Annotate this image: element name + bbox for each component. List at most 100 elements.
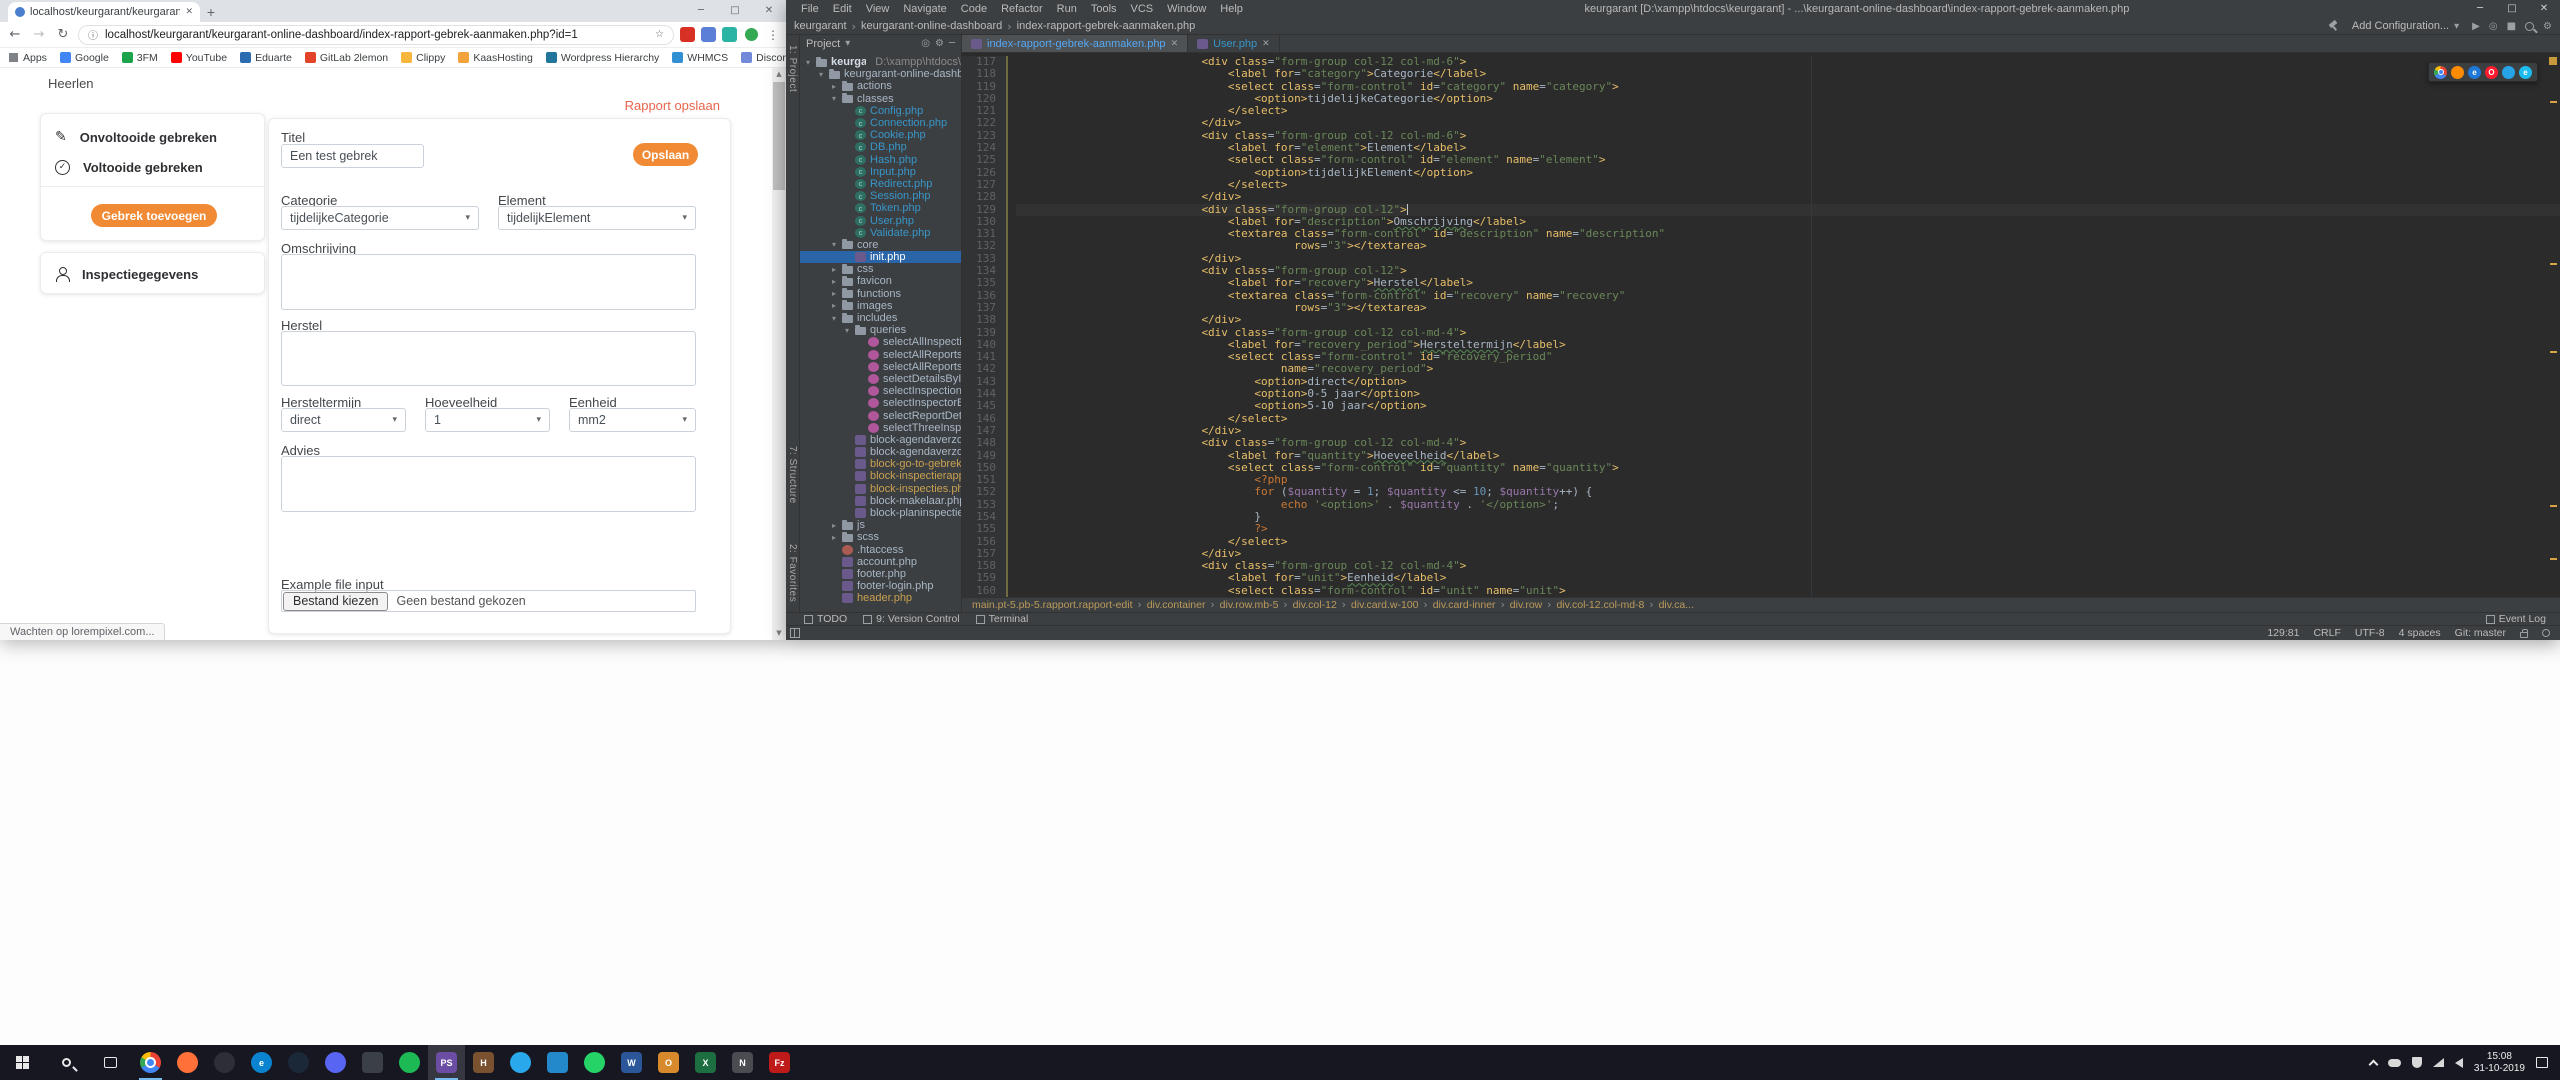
navbar-crumb-keurgarant-online-dashboard[interactable]: keurgarant-online-dashboard <box>861 20 1002 32</box>
locate-file-icon[interactable]: ◎ <box>921 38 930 49</box>
tab-close-icon[interactable]: ✕ <box>1262 39 1270 49</box>
breadcrumb-main-pt-5-pb-5-rapport-rapport-edit[interactable]: main.pt-5.pb-5.rapport.rapport-edit <box>972 599 1133 611</box>
bookmark-discord[interactable]: Discord <box>741 52 786 64</box>
safari-icon[interactable] <box>2502 66 2515 79</box>
tool-window-button-todo[interactable]: TODO <box>804 613 847 625</box>
menu-window[interactable]: Window <box>1160 3 1213 15</box>
code-line[interactable]: <select class="form-control" id="unit" n… <box>1016 585 2560 597</box>
taskbar-app-discord[interactable] <box>317 1045 354 1080</box>
tool-window-switcher-icon[interactable] <box>790 628 800 638</box>
menu-view[interactable]: View <box>859 3 897 15</box>
action-center-icon[interactable] <box>2536 1057 2548 1068</box>
editor-tab-user-php[interactable]: User.php✕ <box>1188 35 1280 52</box>
tree-item-block-agendaverzoek-out-php[interactable]: block-agendaverzoek-out.php <box>800 446 961 458</box>
scroll-up-icon[interactable]: ▲ <box>772 68 786 81</box>
tree-item-block-agendaverzoek-in-php[interactable]: block-agendaverzoek-in.php <box>800 434 961 446</box>
taskbar-app-phpstorm[interactable]: PS <box>428 1045 465 1080</box>
tree-item-hash-php[interactable]: cHash.php <box>800 154 961 166</box>
taskbar-app-spotify[interactable] <box>391 1045 428 1080</box>
caret-position[interactable]: 129:81 <box>2267 627 2299 639</box>
menu-refactor[interactable]: Refactor <box>994 3 1050 15</box>
taskbar-app-word[interactable]: W <box>613 1045 650 1080</box>
tree-item-selectallreportsbyhomeow[interactable]: selectAllReportsByHomeow... <box>800 349 961 361</box>
tree-item-css[interactable]: ▸css <box>800 263 961 275</box>
tree-item-selectthreeinspections-php[interactable]: selectThreeInspections.php <box>800 422 961 434</box>
menu-edit[interactable]: Edit <box>826 3 859 15</box>
herstel-textarea[interactable] <box>281 331 696 386</box>
taskbar-app-firefox[interactable] <box>169 1045 206 1080</box>
tree-item-classes[interactable]: ▾classes <box>800 93 961 105</box>
extension-blue-icon[interactable] <box>701 27 716 42</box>
bookmark-star-icon[interactable]: ☆ <box>655 29 664 40</box>
taskbar-app-filezilla[interactable]: Fz <box>761 1045 798 1080</box>
tree-item-token-php[interactable]: cToken.php <box>800 202 961 214</box>
tree-item-block-makelaar-php[interactable]: block-makelaar.php <box>800 495 961 507</box>
extension-teal-icon[interactable] <box>722 27 737 42</box>
edge-icon[interactable]: e <box>2468 66 2481 79</box>
advies-textarea[interactable] <box>281 456 696 512</box>
minimize-icon[interactable]: ─ <box>2464 0 2496 18</box>
code-area[interactable]: <div class="form-group col-12 col-md-6">… <box>1008 56 2560 597</box>
menu-navigate[interactable]: Navigate <box>896 3 953 15</box>
tree-item-selectinspectorbyinspection[interactable]: selectInspectorByInspection... <box>800 397 961 409</box>
tree-item-favicon[interactable]: ▸favicon <box>800 275 961 287</box>
browser-menu-icon[interactable]: ⋮ <box>766 28 780 42</box>
taskbar-app-vscode[interactable] <box>539 1045 576 1080</box>
taskbar-app-whatsapp[interactable] <box>576 1045 613 1080</box>
tray-overflow-chevron-icon[interactable] <box>2368 1059 2378 1069</box>
tree-item-keurgarant[interactable]: ▾keurgarantD:\xampp\htdocs\keurgarant <box>800 56 961 68</box>
breadcrumb-div-container[interactable]: div.container <box>1147 599 1206 611</box>
tree-item-core[interactable]: ▾core <box>800 239 961 251</box>
titel-input[interactable] <box>281 144 424 168</box>
settings-icon[interactable]: ⚙ <box>2543 21 2552 32</box>
onedrive-icon[interactable] <box>2388 1059 2401 1067</box>
tree-item-header-php[interactable]: header.php <box>800 592 961 604</box>
scrollbar-thumb[interactable] <box>773 82 785 190</box>
code-line[interactable]: for ($quantity = 1; $quantity <= 10; $qu… <box>1016 486 2560 498</box>
bookmark-gitlab-2lemon[interactable]: GitLab 2lemon <box>305 52 388 64</box>
code-line[interactable]: rows="3"></textarea> <box>1016 302 2560 314</box>
code-line[interactable]: </select> <box>1016 179 2560 191</box>
start-button[interactable] <box>0 1045 44 1080</box>
navbar-crumb-keurgarant[interactable]: keurgarant <box>794 20 847 32</box>
url-bar[interactable]: ⓘ localhost/keurgarant/keurgarant-online… <box>78 25 674 45</box>
menu-code[interactable]: Code <box>954 3 994 15</box>
scroll-down-icon[interactable]: ▼ <box>772 627 786 640</box>
menu-tools[interactable]: Tools <box>1084 3 1124 15</box>
tree-item-config-php[interactable]: cConfig.php <box>800 105 961 117</box>
bookmark-3fm[interactable]: 3FM <box>122 52 158 64</box>
tree-item-connection-php[interactable]: cConnection.php <box>800 117 961 129</box>
browser-tab[interactable]: localhost/keurgarant/keurgarant... ✕ <box>8 2 200 22</box>
tree-item-selectallreportsbyid-php[interactable]: selectAllReportsByID.php <box>800 361 961 373</box>
bookmark-eduarte[interactable]: Eduarte <box>240 52 292 64</box>
close-icon[interactable]: ✕ <box>2528 0 2560 18</box>
tool-window-button-project[interactable]: 1: Project <box>787 45 798 92</box>
taskbar-search-button[interactable] <box>44 1045 88 1080</box>
tree-item-cookie-php[interactable]: cCookie.php <box>800 129 961 141</box>
project-panel-title[interactable]: Project <box>806 38 840 50</box>
tool-window-button-structure[interactable]: 7: Structure <box>787 446 798 504</box>
forward-icon[interactable]: → <box>30 27 48 42</box>
bookmark-youtube[interactable]: YouTube <box>171 52 227 64</box>
maximize-icon[interactable]: □ <box>2496 0 2528 18</box>
breadcrumb-div-row-mb-5[interactable]: div.row.mb-5 <box>1220 599 1279 611</box>
bookmark-wordpress-hierarchy[interactable]: Wordpress Hierarchy <box>546 52 659 64</box>
taskbar-app-excel[interactable]: X <box>687 1045 724 1080</box>
tree-item-block-planinspectie-php[interactable]: block-planinspectie.php <box>800 507 961 519</box>
menu-file[interactable]: File <box>794 3 826 15</box>
bookmark-kaashosting[interactable]: KaasHosting <box>458 52 533 64</box>
menu-vcs[interactable]: VCS <box>1124 3 1161 15</box>
volume-icon[interactable] <box>2455 1058 2463 1068</box>
network-icon[interactable] <box>2433 1058 2444 1067</box>
run-icon[interactable]: ▶ <box>2472 21 2480 32</box>
tree-item-images[interactable]: ▸images <box>800 300 961 312</box>
chrome-icon[interactable] <box>2434 66 2447 79</box>
menu-run[interactable]: Run <box>1050 3 1084 15</box>
close-icon[interactable]: ✕ <box>752 0 786 22</box>
hersteltermijn-select[interactable]: direct ▾ <box>281 408 406 432</box>
tree-item-block-go-to-gebreken-php[interactable]: block-go-to-gebreken.php <box>800 458 961 470</box>
maximize-icon[interactable]: □ <box>718 0 752 22</box>
profile-avatar[interactable] <box>743 26 760 43</box>
taskbar-app-telegram[interactable] <box>502 1045 539 1080</box>
line-separator[interactable]: CRLF <box>2313 627 2340 639</box>
